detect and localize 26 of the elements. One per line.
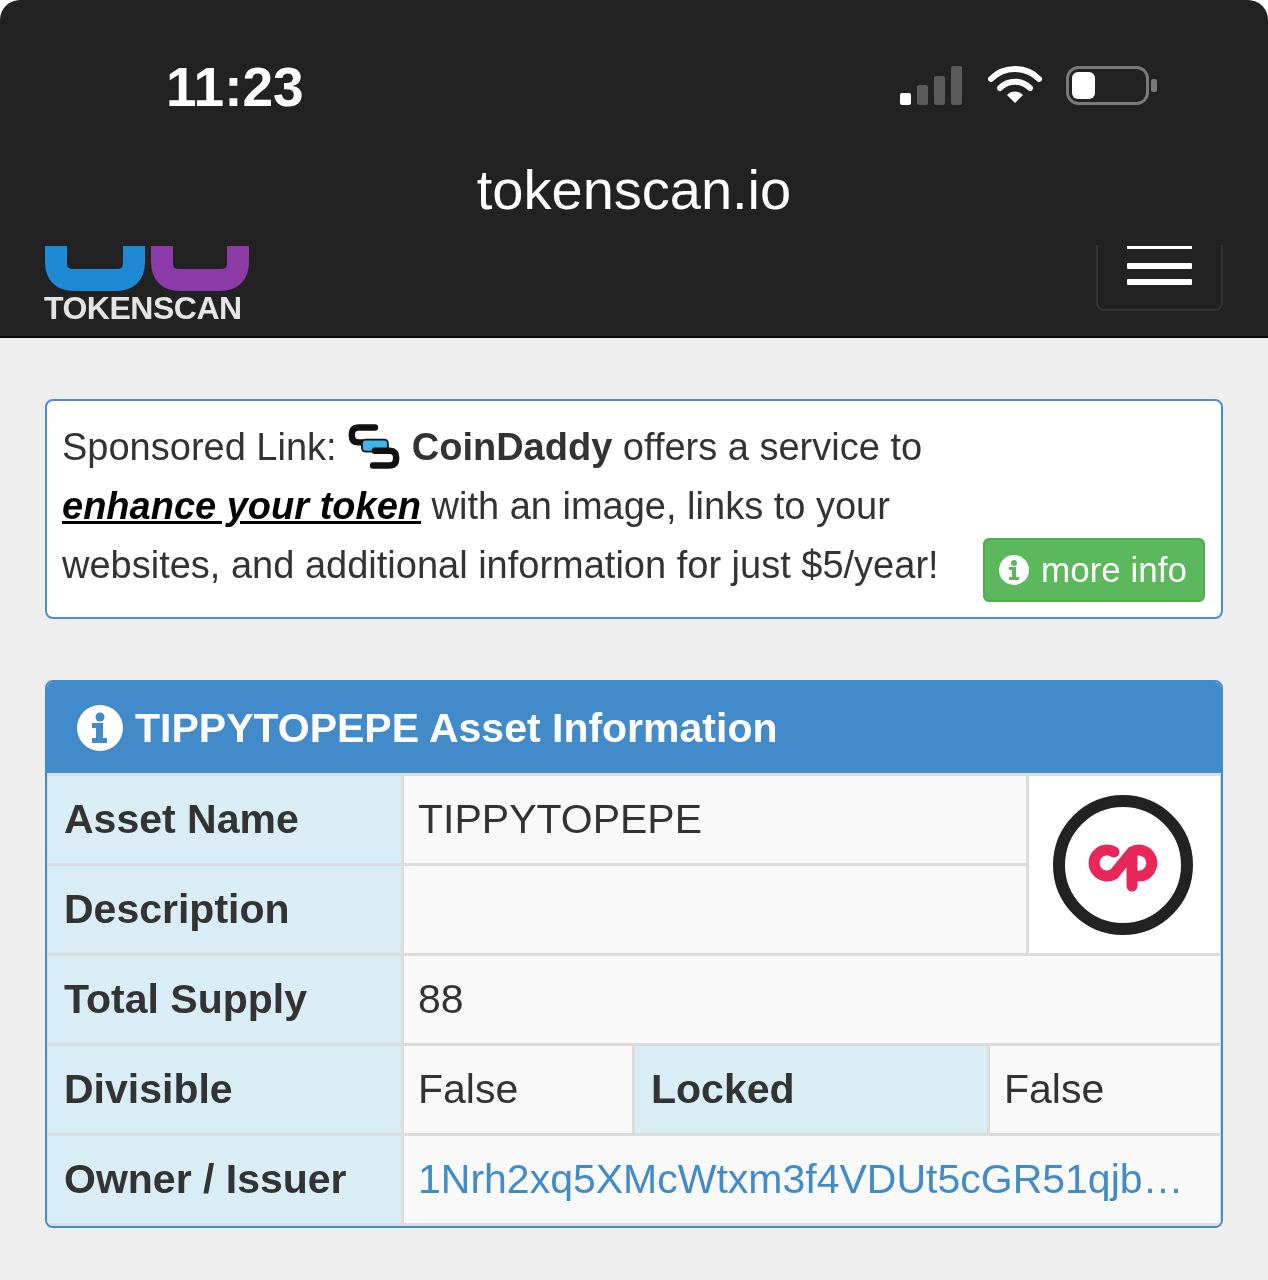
row-label: Divisible bbox=[48, 1046, 401, 1133]
enhance-token-link[interactable]: enhance your token bbox=[62, 485, 421, 527]
row-label: Owner / Issuer bbox=[48, 1136, 401, 1223]
logo-text[interactable]: TOKENSCAN bbox=[44, 291, 242, 325]
row-label: Description bbox=[48, 866, 401, 953]
status-time: 11:23 bbox=[166, 64, 304, 110]
row-label: Asset Name bbox=[48, 776, 401, 863]
info-icon bbox=[999, 555, 1030, 585]
row-label: Total Supply bbox=[48, 956, 401, 1043]
signal-icon bbox=[900, 65, 963, 105]
info-icon bbox=[77, 704, 123, 751]
wifi-icon bbox=[988, 66, 1042, 104]
asset-value: False bbox=[404, 1046, 632, 1133]
asset-value: False bbox=[990, 1046, 1220, 1133]
panel-title: TIPPYTOPEPE Asset Information bbox=[135, 703, 778, 752]
battery-icon bbox=[1066, 65, 1157, 105]
asset-logo-icon bbox=[1051, 793, 1194, 936]
row-label: Locked bbox=[635, 1046, 987, 1133]
address-bar-url[interactable]: tokenscan.io bbox=[0, 160, 1268, 220]
asset-value: TIPPYTOPEPE bbox=[404, 776, 1026, 863]
chain-link-icon bbox=[347, 422, 402, 472]
logo-icon[interactable] bbox=[44, 246, 250, 291]
sponsored-text: Sponsored Link: CoinDaddy offers a service to enhance your token with an image, links to your websites, and additional information for just $5/year! bbox=[62, 418, 978, 595]
menu-icon bbox=[1127, 246, 1192, 285]
menu-button[interactable] bbox=[1096, 245, 1223, 311]
asset-value: 88 bbox=[404, 956, 1220, 1043]
